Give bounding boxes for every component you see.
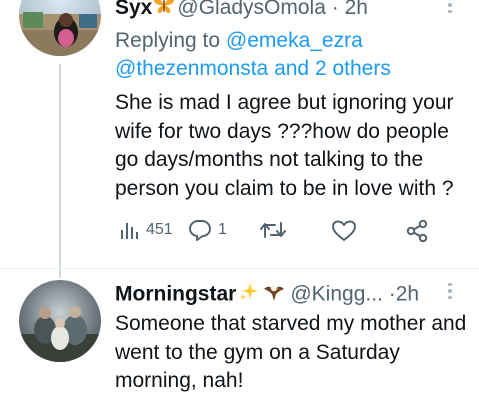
- tweet-header: Morningstar @Kingg... ·2h: [115, 281, 419, 309]
- author-handle[interactable]: @GladysOmola: [177, 0, 326, 19]
- author-handle[interactable]: @Kingg...: [290, 283, 383, 306]
- sparkles-emoji: [238, 281, 260, 309]
- tweet-1[interactable]: Syx @GladysOmola · 2h Replying to @emeka…: [0, 0, 479, 278]
- reply-mention-others[interactable]: @thezenmonsta and 2 others: [115, 57, 391, 80]
- separator-dot: ·: [388, 282, 396, 306]
- views-count: 451: [146, 221, 173, 238]
- reply-count: 1: [218, 221, 227, 238]
- butterfly-emoji: [153, 0, 175, 21]
- avatar-photo: [19, 306, 101, 362]
- like-button[interactable]: [331, 219, 357, 243]
- tweet-text: Someone that starved my mother and went …: [115, 312, 467, 392]
- avatar-morningstar[interactable]: [19, 280, 101, 362]
- separator-dot: ·: [331, 0, 339, 19]
- retweet-icon: [260, 222, 286, 238]
- tweet-time[interactable]: 2h: [396, 283, 419, 306]
- more-icon[interactable]: [447, 283, 453, 300]
- eagle-emoji: [262, 281, 286, 309]
- author-name[interactable]: Syx: [115, 0, 152, 19]
- replying-to-line-2: @thezenmonsta and 2 others: [115, 56, 391, 81]
- reply-button[interactable]: 1: [188, 219, 227, 241]
- like-icon: [332, 220, 356, 241]
- tweet-text: She is mad I agree but ignoring your wif…: [115, 91, 454, 200]
- retweet-button[interactable]: [259, 219, 287, 241]
- replying-to-line: Replying to @emeka_ezra: [115, 28, 363, 53]
- tweet-time[interactable]: 2h: [345, 0, 368, 19]
- tweet-header: Syx @GladysOmola · 2h: [115, 0, 368, 21]
- reply-mention-1[interactable]: @emeka_ezra: [226, 29, 363, 52]
- avatar-photo: [19, 12, 101, 56]
- tweet-2[interactable]: Morningstar @Kingg... ·2h Someone that s…: [0, 269, 479, 408]
- more-icon[interactable]: [447, 0, 453, 14]
- avatar-gladys[interactable]: [19, 0, 101, 56]
- share-button[interactable]: [405, 219, 429, 243]
- replying-to-label: Replying to: [115, 29, 221, 52]
- thread-line: [59, 64, 61, 278]
- views-icon: [121, 223, 138, 239]
- author-name[interactable]: Morningstar: [115, 283, 236, 306]
- views-button[interactable]: 451: [118, 219, 173, 241]
- reply-icon: [189, 220, 211, 241]
- share-icon: [406, 219, 428, 243]
- tweet-actions: 451 1: [115, 219, 455, 249]
